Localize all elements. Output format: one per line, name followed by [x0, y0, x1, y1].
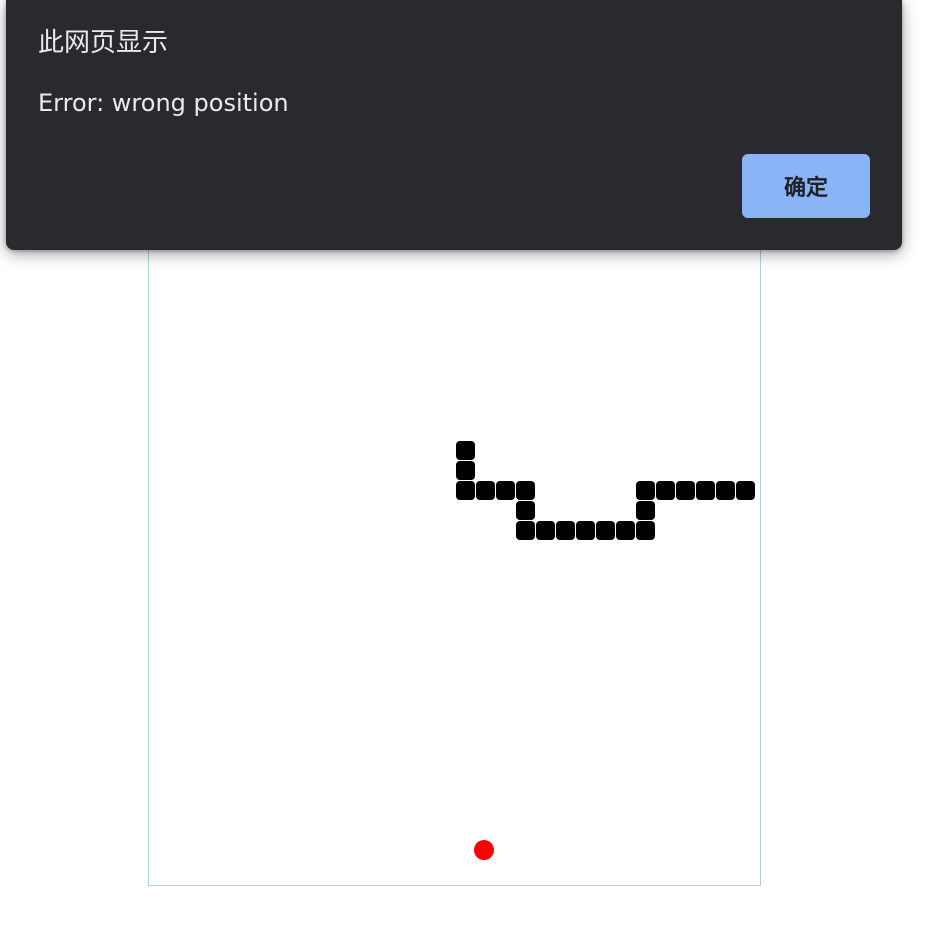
snake-segment: [676, 481, 695, 500]
snake-segment: [736, 481, 755, 500]
game-board: [148, 226, 761, 886]
snake-segment: [656, 481, 675, 500]
ok-button[interactable]: 确定: [742, 154, 870, 218]
alert-dialog: 此网页显示 Error: wrong position 确定: [6, 0, 902, 250]
snake-segment: [516, 501, 535, 520]
snake-segment: [696, 481, 715, 500]
snake-segment: [636, 521, 655, 540]
snake-segment: [636, 501, 655, 520]
snake-segment: [516, 481, 535, 500]
snake-segment: [576, 521, 595, 540]
snake-segment: [456, 481, 475, 500]
snake-segment: [636, 481, 655, 500]
snake-segment: [456, 441, 475, 460]
dialog-message: Error: wrong position: [38, 89, 289, 117]
snake-segment: [556, 521, 575, 540]
snake-segment: [516, 521, 535, 540]
snake-segment: [536, 521, 555, 540]
snake-segment: [616, 521, 635, 540]
snake-segment: [456, 461, 475, 480]
snake-segment: [596, 521, 615, 540]
dialog-title: 此网页显示: [38, 28, 169, 58]
food-dot: [474, 840, 494, 860]
snake-segment: [476, 481, 495, 500]
snake-segment: [496, 481, 515, 500]
snake-segment: [716, 481, 735, 500]
